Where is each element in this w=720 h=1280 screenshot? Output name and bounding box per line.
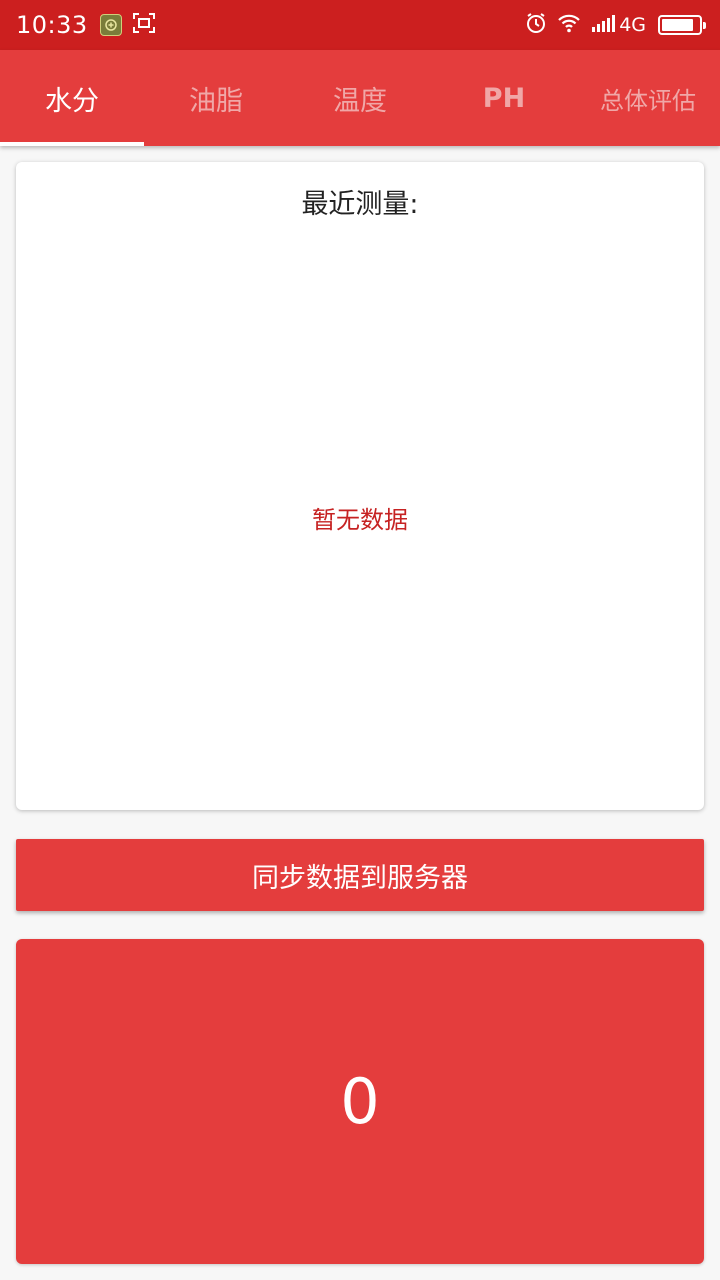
status-bar: 10:33 4G	[0, 0, 720, 50]
tab-ph[interactable]: PH	[432, 50, 576, 146]
battery-icon	[658, 15, 706, 35]
battery-level	[662, 19, 693, 31]
tab-overall-assessment[interactable]: 总体评估	[576, 50, 720, 146]
wifi-icon	[547, 13, 581, 37]
screenshot-icon	[132, 12, 156, 38]
value-text: 0	[340, 1065, 380, 1138]
tab-bar: 水分 油脂 温度 PH 总体评估	[0, 50, 720, 146]
value-display: 0	[16, 939, 704, 1264]
status-time: 10:33	[16, 11, 88, 39]
tab-temperature[interactable]: 温度	[288, 50, 432, 146]
tab-moisture[interactable]: 水分	[0, 50, 144, 146]
signal-icon	[581, 13, 616, 37]
tab-oil[interactable]: 油脂	[144, 50, 288, 146]
sync-to-server-button[interactable]: 同步数据到服务器	[16, 839, 704, 911]
status-right: 4G	[515, 12, 706, 38]
measurement-title: 最近测量:	[301, 189, 419, 220]
empty-data-message: 暂无数据	[312, 506, 408, 534]
network-type: 4G	[619, 14, 646, 36]
shield-icon	[99, 14, 122, 36]
measurement-card: 最近测量: 暂无数据	[16, 162, 704, 810]
alarm-icon	[515, 12, 547, 38]
status-left: 10:33	[16, 11, 156, 39]
